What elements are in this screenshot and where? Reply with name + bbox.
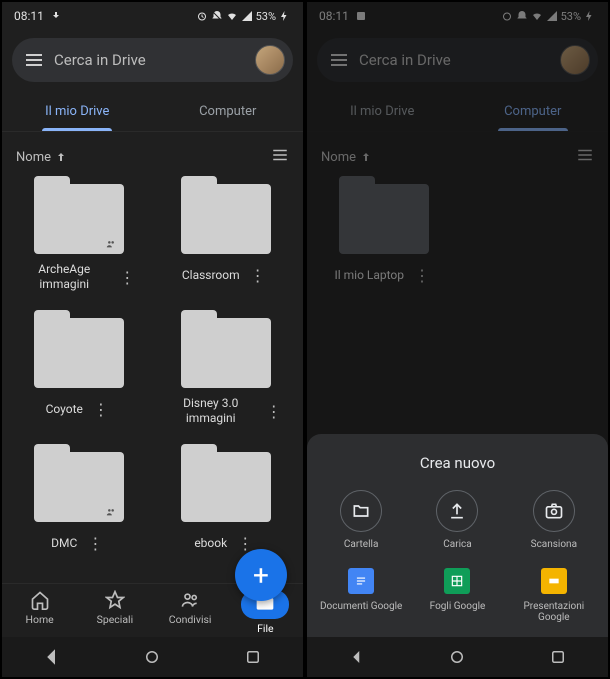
recent-icon[interactable]: [549, 648, 567, 666]
charging-icon: [584, 10, 596, 22]
sort-button[interactable]: Nome: [321, 150, 576, 165]
screen-left: 08:11 53% Cerca in Drive Il mio Drive Co…: [0, 0, 305, 679]
create-docs[interactable]: Documenti Google: [315, 568, 407, 623]
tab-computer[interactable]: Computer: [153, 92, 304, 131]
nav-starred[interactable]: Speciali: [77, 590, 152, 635]
slides-icon: [541, 568, 567, 594]
back-icon[interactable]: [43, 648, 61, 666]
folder-item[interactable]: ArcheAge immagini⋮: [8, 184, 151, 310]
dnd-icon: [516, 10, 528, 22]
nav-home[interactable]: Home: [2, 590, 77, 635]
sort-row: Nome: [2, 132, 303, 176]
back-icon[interactable]: [348, 648, 366, 666]
folder-outline-icon: [351, 501, 371, 521]
folder-grid: ArcheAge immagini⋮ Classroom⋮ Coyote⋮ Di…: [2, 176, 303, 583]
tabs: Il mio Drive Computer: [2, 92, 303, 132]
create-upload[interactable]: Carica: [411, 490, 503, 550]
more-icon[interactable]: ⋮: [410, 262, 434, 289]
tab-my-drive[interactable]: Il mio Drive: [2, 92, 153, 131]
folder-item[interactable]: Classroom⋮: [155, 184, 298, 310]
screen-right: 08:11 53% Cerca in Drive Il mio Drive Co…: [305, 0, 610, 679]
more-icon[interactable]: ⋮: [83, 530, 107, 557]
sheets-icon: [444, 568, 470, 594]
create-new-sheet: Crea nuovo Cartella Carica Scansiona Doc…: [307, 434, 608, 637]
arrow-up-icon: [55, 151, 67, 163]
status-time: 08:11: [319, 9, 349, 23]
arrow-up-icon: [360, 151, 372, 163]
recent-icon[interactable]: [244, 648, 262, 666]
sheet-title: Crea nuovo: [315, 454, 600, 472]
search-placeholder: Cerca in Drive: [359, 51, 548, 69]
nav-shared[interactable]: Condivisi: [153, 590, 228, 635]
folder-icon: [181, 184, 271, 254]
alarm-icon: [501, 10, 513, 22]
people-icon: [180, 590, 200, 610]
shared-icon: [104, 507, 118, 517]
view-toggle-icon[interactable]: [271, 146, 289, 168]
upload-icon: [447, 501, 467, 521]
status-time: 08:11: [14, 9, 44, 23]
tab-computer[interactable]: Computer: [458, 92, 609, 131]
system-nav: [2, 637, 303, 677]
dnd-icon: [211, 10, 223, 22]
status-bar: 08:11 53%: [2, 2, 303, 26]
create-slides[interactable]: Presentazioni Google: [508, 568, 600, 623]
search-bar[interactable]: Cerca in Drive: [12, 38, 293, 82]
home-sys-icon[interactable]: [143, 648, 161, 666]
status-bar: 08:11 53%: [307, 2, 608, 26]
charging-icon: [279, 10, 291, 22]
alarm-icon: [196, 10, 208, 22]
folder-item[interactable]: Disney 3.0 immagini⋮: [155, 318, 298, 444]
shared-icon: [104, 239, 118, 249]
create-folder[interactable]: Cartella: [315, 490, 407, 550]
system-nav: [307, 637, 608, 677]
menu-icon[interactable]: [331, 54, 347, 66]
search-placeholder: Cerca in Drive: [54, 51, 243, 69]
camera-icon: [544, 501, 564, 521]
fab-add[interactable]: +: [235, 549, 287, 601]
battery-text: 53%: [561, 10, 581, 23]
folder-icon: [34, 452, 124, 522]
avatar[interactable]: [560, 45, 590, 75]
search-bar[interactable]: Cerca in Drive: [317, 38, 598, 82]
create-scan[interactable]: Scansiona: [508, 490, 600, 550]
create-sheets[interactable]: Fogli Google: [411, 568, 503, 623]
tab-my-drive[interactable]: Il mio Drive: [307, 92, 458, 131]
sort-button[interactable]: Nome: [16, 150, 271, 165]
tabs: Il mio Drive Computer: [307, 92, 608, 132]
wifi-icon: [531, 10, 543, 22]
battery-text: 53%: [256, 10, 276, 23]
home-sys-icon[interactable]: [448, 648, 466, 666]
folder-icon: [339, 184, 429, 254]
image-indicator-icon: [355, 10, 367, 22]
folder-item[interactable]: Coyote⋮: [8, 318, 151, 444]
more-icon[interactable]: ⋮: [246, 262, 270, 289]
folder-icon: [181, 318, 271, 388]
sort-row: Nome: [307, 132, 608, 176]
star-icon: [105, 590, 125, 610]
more-icon[interactable]: ⋮: [89, 396, 113, 423]
folder-item[interactable]: DMC⋮: [8, 452, 151, 575]
folder-icon: [34, 318, 124, 388]
download-icon: [50, 10, 62, 22]
folder-icon: [34, 184, 124, 254]
signal-icon: [241, 10, 253, 22]
view-toggle-icon[interactable]: [576, 146, 594, 168]
wifi-icon: [226, 10, 238, 22]
home-icon: [30, 590, 50, 610]
folder-icon: [181, 452, 271, 522]
more-icon[interactable]: ⋮: [262, 398, 286, 425]
menu-icon[interactable]: [26, 54, 42, 66]
avatar[interactable]: [255, 45, 285, 75]
docs-icon: [348, 568, 374, 594]
more-icon[interactable]: ⋮: [115, 264, 139, 291]
signal-icon: [546, 10, 558, 22]
